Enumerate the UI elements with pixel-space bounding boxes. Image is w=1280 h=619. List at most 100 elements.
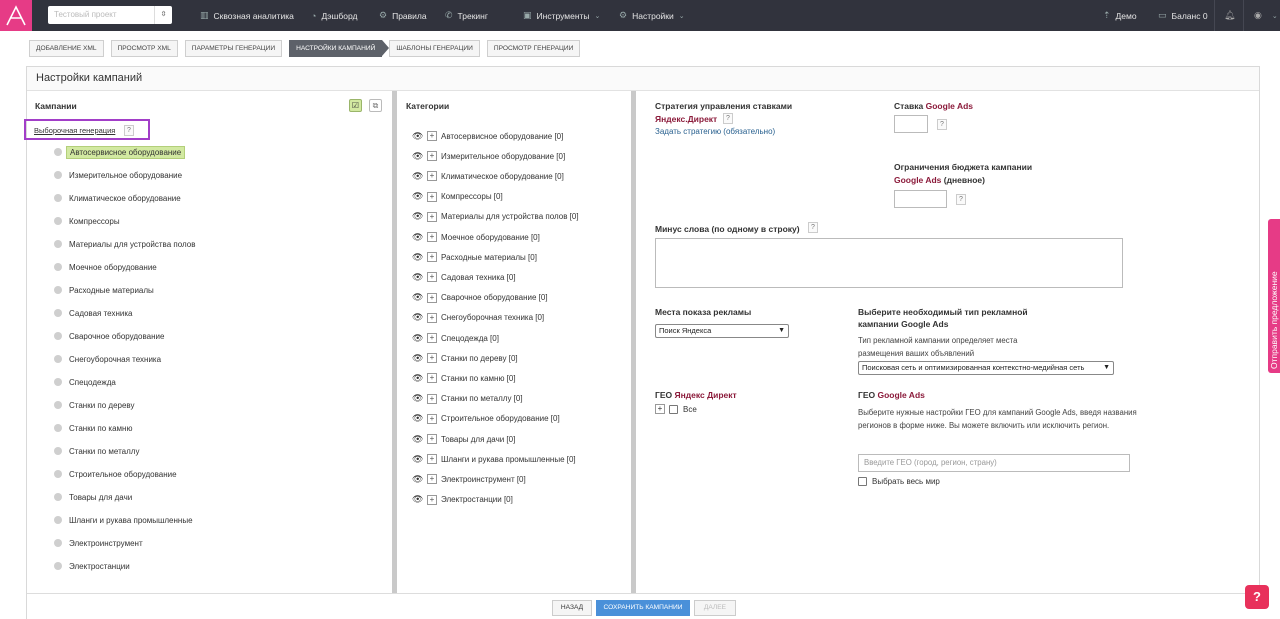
eye-icon[interactable]: 👁︎ <box>412 191 425 202</box>
expand-icon[interactable]: + <box>427 131 437 141</box>
expand-icon[interactable]: + <box>427 272 437 283</box>
expand-icon[interactable]: + <box>427 373 437 384</box>
eye-icon[interactable]: 👁︎ <box>412 312 425 323</box>
category-item[interactable]: 👁︎ + Сварочное оборудование [0] <box>412 291 548 305</box>
eye-icon[interactable]: 👁︎ <box>412 373 425 384</box>
campaign-item[interactable]: Расходные материалы <box>54 283 157 297</box>
nav-analytics[interactable]: ▥ Сквозная аналитика <box>200 0 294 31</box>
campaign-item[interactable]: Климатическое оборудование <box>54 191 184 205</box>
crumb-generation-templates[interactable]: ШАБЛОНЫ ГЕНЕРАЦИИ <box>389 40 480 57</box>
category-item[interactable]: 👁︎ + Материалы для устройства полов [0] <box>412 210 579 224</box>
category-item[interactable]: 👁︎ + Снегоуборочная техника [0] <box>412 311 544 325</box>
minus-words-textarea[interactable] <box>655 238 1123 288</box>
campaign-item[interactable]: Сварочное оборудование <box>54 329 167 343</box>
category-item[interactable]: 👁︎ + Климатическое оборудование [0] <box>412 169 564 183</box>
expand-icon[interactable]: + <box>427 312 437 323</box>
selected-generation-link[interactable]: Выборочная генерация <box>34 126 115 135</box>
places-select[interactable]: Поиск Яндекса ▼ <box>655 324 789 338</box>
expand-icon[interactable]: + <box>427 494 437 505</box>
help-icon[interactable]: ? <box>124 125 134 136</box>
expand-icon[interactable]: + <box>427 434 437 444</box>
eye-icon[interactable]: 👁︎ <box>412 434 425 445</box>
crumb-add-xml[interactable]: ДОБАВЛЕНИЕ XML <box>29 40 104 57</box>
category-item[interactable]: 👁︎ + Расходные материалы [0] <box>412 250 537 264</box>
check-all-icon[interactable]: ☑ <box>349 99 362 112</box>
expand-icon[interactable]: + <box>427 353 437 364</box>
crumb-campaign-settings[interactable]: НАСТРОЙКИ КАМПАНИЙ <box>289 40 390 57</box>
category-item[interactable]: 👁︎ + Компрессоры [0] <box>412 190 503 204</box>
category-item[interactable]: 👁︎ + Станки по камню [0] <box>412 371 516 385</box>
expand-icon[interactable]: + <box>427 232 437 242</box>
eye-icon[interactable]: 👁︎ <box>412 272 425 283</box>
eye-icon[interactable]: 👁︎ <box>412 171 425 182</box>
column-divider[interactable] <box>392 91 397 593</box>
nav-settings[interactable]: ⚙ Настройки ⌄ <box>619 0 685 31</box>
logo[interactable] <box>0 0 32 31</box>
campaign-item[interactable]: Автосервисное оборудование <box>54 145 186 159</box>
crumb-generation-preview[interactable]: ПРОСМОТР ГЕНЕРАЦИИ <box>486 40 581 57</box>
campaign-item[interactable]: Шланги и рукава промышленные <box>54 513 196 527</box>
help-icon[interactable]: ? <box>723 113 733 124</box>
help-icon[interactable]: ? <box>808 222 818 233</box>
campaign-item[interactable]: Товары для дачи <box>54 490 135 504</box>
geo-input[interactable]: Введите ГЕО (город, регион, страну) <box>858 454 1130 472</box>
back-button[interactable]: НАЗАД <box>552 600 592 616</box>
campaign-item[interactable]: Спецодежда <box>54 375 119 389</box>
expand-icon[interactable]: + <box>427 252 437 263</box>
category-item[interactable]: 👁︎ + Садовая техника [0] <box>412 270 516 284</box>
campaign-item[interactable]: Снегоуборочная техника <box>54 352 164 366</box>
expand-icon[interactable]: + <box>427 292 437 303</box>
balance-link[interactable]: ▭ Баланс 0 <box>1158 0 1208 31</box>
category-item[interactable]: 👁︎ + Строительное оборудование [0] <box>412 412 560 426</box>
category-item[interactable]: 👁︎ + Электростанции [0] <box>412 493 513 507</box>
eye-icon[interactable]: 👁︎ <box>412 413 425 424</box>
expand-icon[interactable]: + <box>427 474 437 485</box>
campaign-item[interactable]: Станки по металлу <box>54 444 142 458</box>
campaign-item[interactable]: Электростанции <box>54 559 133 573</box>
category-item[interactable]: 👁︎ + Измерительное оборудование [0] <box>412 149 565 163</box>
save-campaigns-button[interactable]: СОХРАНИТЬ КАМПАНИИ <box>596 600 690 616</box>
campaign-item[interactable]: Моечное оборудование <box>54 260 160 274</box>
eye-icon[interactable]: 👁︎ <box>412 454 425 465</box>
expand-icon[interactable]: + <box>427 333 437 343</box>
column-divider[interactable] <box>631 91 636 593</box>
feedback-tab[interactable]: Отправить предложение <box>1268 219 1280 373</box>
expand-icon[interactable]: + <box>427 413 437 424</box>
geo-all-checkbox[interactable] <box>669 404 678 414</box>
expand-icon[interactable]: + <box>427 211 437 222</box>
campaign-type-select[interactable]: Поисковая сеть и оптимизированная контек… <box>858 361 1114 375</box>
strategy-link[interactable]: Задать стратегию (обязательно) <box>655 127 775 136</box>
eye-icon[interactable]: 👁︎ <box>412 393 425 404</box>
next-button[interactable]: ДАЛЕЕ <box>694 600 736 616</box>
campaign-item[interactable]: Материалы для устройства полов <box>54 237 198 251</box>
eye-icon[interactable]: 👁︎ <box>412 333 425 344</box>
expand-icon[interactable]: + <box>427 191 437 202</box>
category-item[interactable]: 👁︎ + Спецодежда [0] <box>412 331 499 345</box>
campaign-item[interactable]: Садовая техника <box>54 306 135 320</box>
eye-icon[interactable]: 👁︎ <box>412 474 425 485</box>
category-item[interactable]: 👁︎ + Автосервисное оборудование [0] <box>412 129 563 143</box>
nav-tools[interactable]: ▣ Инструменты ⌄ <box>523 0 600 31</box>
expand-icon[interactable]: + <box>427 454 437 465</box>
campaign-item[interactable]: Станки по камню <box>54 421 135 435</box>
crumb-view-xml[interactable]: ПРОСМОТР XML <box>110 40 178 57</box>
category-item[interactable]: 👁︎ + Моечное оборудование [0] <box>412 230 540 244</box>
project-select[interactable]: Тестовый проект ⇳ <box>48 6 172 24</box>
eye-icon[interactable]: 👁︎ <box>412 292 425 303</box>
user-icon[interactable]: ◉ ⌄ <box>1254 0 1278 31</box>
budget-input[interactable] <box>894 190 947 208</box>
expand-icon[interactable]: + <box>427 151 437 162</box>
demo-link[interactable]: ⇡ Демо <box>1103 0 1137 31</box>
bid-input[interactable] <box>894 115 928 133</box>
eye-icon[interactable]: 👁︎ <box>412 252 425 263</box>
help-icon[interactable]: ? <box>937 119 947 130</box>
eye-icon[interactable]: 👁︎ <box>412 494 425 505</box>
expand-icon[interactable]: + <box>427 171 437 182</box>
eye-icon[interactable]: 👁︎ <box>412 232 425 243</box>
category-item[interactable]: 👁︎ + Товары для дачи [0] <box>412 432 515 446</box>
eye-icon[interactable]: 👁︎ <box>412 131 425 142</box>
category-item[interactable]: 👁︎ + Станки по металлу [0] <box>412 392 523 406</box>
category-item[interactable]: 👁︎ + Шланги и рукава промышленные [0] <box>412 452 576 466</box>
copy-icon[interactable]: ⧉ <box>369 99 382 112</box>
category-item[interactable]: 👁︎ + Электроинструмент [0] <box>412 472 526 486</box>
